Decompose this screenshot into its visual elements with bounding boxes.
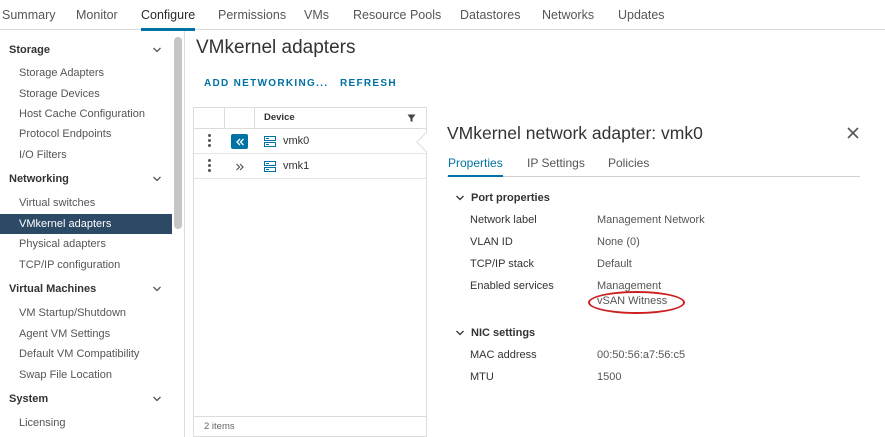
property-value: 00:50:56:a7:56:c5 bbox=[597, 349, 686, 361]
collapse-details-icon[interactable] bbox=[231, 134, 248, 149]
tab-networks[interactable]: Networks bbox=[542, 0, 594, 30]
sidebar-item-agent-vm-settings[interactable]: Agent VM Settings bbox=[0, 324, 172, 344]
tab-monitor[interactable]: Monitor bbox=[76, 0, 118, 30]
detail-title: VMkernel network adapter: vmk0 bbox=[447, 123, 703, 143]
tab-policies[interactable]: Policies bbox=[608, 156, 649, 177]
tab-permissions[interactable]: Permissions bbox=[218, 0, 286, 30]
tab-vms[interactable]: VMs bbox=[304, 0, 329, 30]
chevron-down-icon bbox=[455, 328, 465, 338]
sidebar-item-licensing[interactable]: Licensing bbox=[0, 413, 172, 433]
sidebar-scrollbar[interactable] bbox=[174, 37, 182, 229]
property-label: Enabled services bbox=[470, 280, 554, 292]
sidebar-item-storage-adapters[interactable]: Storage Adapters bbox=[0, 63, 172, 83]
sidebar-item-protocol-endpoints[interactable]: Protocol Endpoints bbox=[0, 124, 172, 144]
chevron-down-icon bbox=[152, 284, 162, 294]
property-value: Management Network bbox=[597, 214, 705, 226]
column-divider bbox=[254, 108, 255, 129]
sidebar-item-virtual-switches[interactable]: Virtual switches bbox=[0, 193, 172, 213]
sidebar-item-tcpip-configuration[interactable]: TCP/IP configuration bbox=[0, 255, 172, 275]
network-adapter-icon bbox=[264, 161, 276, 172]
sidebar-section-networking[interactable]: Networking bbox=[0, 168, 172, 190]
device-name[interactable]: vmk0 bbox=[283, 135, 309, 147]
property-label: MAC address bbox=[470, 349, 537, 361]
filter-icon[interactable] bbox=[407, 114, 416, 123]
sidebar-item-host-cache[interactable]: Host Cache Configuration bbox=[0, 104, 172, 124]
nic-settings-toggle[interactable]: NIC settings bbox=[455, 327, 535, 339]
column-divider bbox=[224, 108, 225, 129]
sidebar-section-label: Storage bbox=[9, 44, 50, 56]
tab-properties[interactable]: Properties bbox=[448, 156, 503, 177]
close-icon[interactable] bbox=[846, 126, 860, 140]
sidebar-section-label: Networking bbox=[9, 173, 69, 185]
column-header-device[interactable]: Device bbox=[264, 112, 295, 123]
chevron-down-icon bbox=[152, 394, 162, 404]
configure-sidebar: Storage Storage Adapters Storage Devices… bbox=[0, 31, 185, 437]
port-properties-toggle[interactable]: Port properties bbox=[455, 192, 550, 204]
sidebar-item-vmkernel-adapters[interactable]: VMkernel adapters bbox=[0, 214, 172, 234]
property-value: Default bbox=[597, 258, 632, 270]
sidebar-section-virtual-machines[interactable]: Virtual Machines bbox=[0, 278, 172, 300]
sidebar-item-storage-devices[interactable]: Storage Devices bbox=[0, 84, 172, 104]
page-title: VMkernel adapters bbox=[196, 37, 356, 58]
device-name[interactable]: vmk1 bbox=[283, 160, 309, 172]
property-label: VLAN ID bbox=[470, 236, 513, 248]
property-value: 1500 bbox=[597, 371, 622, 383]
chevron-down-icon bbox=[455, 193, 465, 203]
sidebar-section-storage[interactable]: Storage bbox=[0, 39, 172, 61]
tab-summary[interactable]: Summary bbox=[2, 0, 55, 30]
sidebar-section-label: Virtual Machines bbox=[9, 283, 97, 295]
refresh-button[interactable]: REFRESH bbox=[340, 78, 397, 89]
row-actions-icon[interactable] bbox=[206, 159, 212, 173]
sidebar-item-default-vm-compatibility[interactable]: Default VM Compatibility bbox=[0, 344, 172, 364]
top-tab-bar: Summary Monitor Configure Permissions VM… bbox=[0, 0, 885, 31]
section-heading: Port properties bbox=[471, 192, 550, 204]
sidebar-item-physical-adapters[interactable]: Physical adapters bbox=[0, 234, 172, 254]
tab-ip-settings[interactable]: IP Settings bbox=[527, 156, 585, 177]
table-row[interactable]: vmk1 bbox=[194, 154, 427, 179]
network-adapter-icon bbox=[264, 136, 276, 147]
annotation-ellipse bbox=[588, 291, 685, 314]
vmkernel-adapters-grid: Device vmk0 vmk1 2 items bbox=[193, 107, 427, 437]
add-networking-button[interactable]: ADD NETWORKING... bbox=[204, 78, 328, 89]
grid-footer-count: 2 items bbox=[194, 416, 427, 436]
chevron-down-icon bbox=[152, 174, 162, 184]
sidebar-section-system[interactable]: System bbox=[0, 388, 172, 410]
row-actions-icon[interactable] bbox=[206, 134, 212, 148]
sidebar-item-swap-file-location[interactable]: Swap File Location bbox=[0, 365, 172, 385]
property-label: TCP/IP stack bbox=[470, 258, 534, 270]
tab-resource-pools[interactable]: Resource Pools bbox=[353, 0, 441, 30]
property-label: MTU bbox=[470, 371, 494, 383]
tab-configure[interactable]: Configure bbox=[141, 0, 196, 31]
expand-details-icon[interactable] bbox=[231, 159, 248, 174]
sidebar-item-io-filters[interactable]: I/O Filters bbox=[0, 145, 172, 165]
sidebar-item-vm-startup-shutdown[interactable]: VM Startup/Shutdown bbox=[0, 303, 172, 323]
chevron-down-icon bbox=[152, 45, 162, 55]
table-row[interactable]: vmk0 bbox=[194, 129, 427, 154]
section-heading: NIC settings bbox=[471, 327, 536, 339]
grid-header: Device bbox=[194, 108, 427, 129]
property-value: None (0) bbox=[597, 236, 640, 248]
sidebar-section-label: System bbox=[9, 393, 49, 405]
property-label: Network label bbox=[470, 214, 537, 226]
detail-tabs: Properties IP Settings Policies bbox=[447, 152, 860, 177]
tab-updates[interactable]: Updates bbox=[618, 0, 665, 30]
tab-datastores[interactable]: Datastores bbox=[460, 0, 520, 30]
